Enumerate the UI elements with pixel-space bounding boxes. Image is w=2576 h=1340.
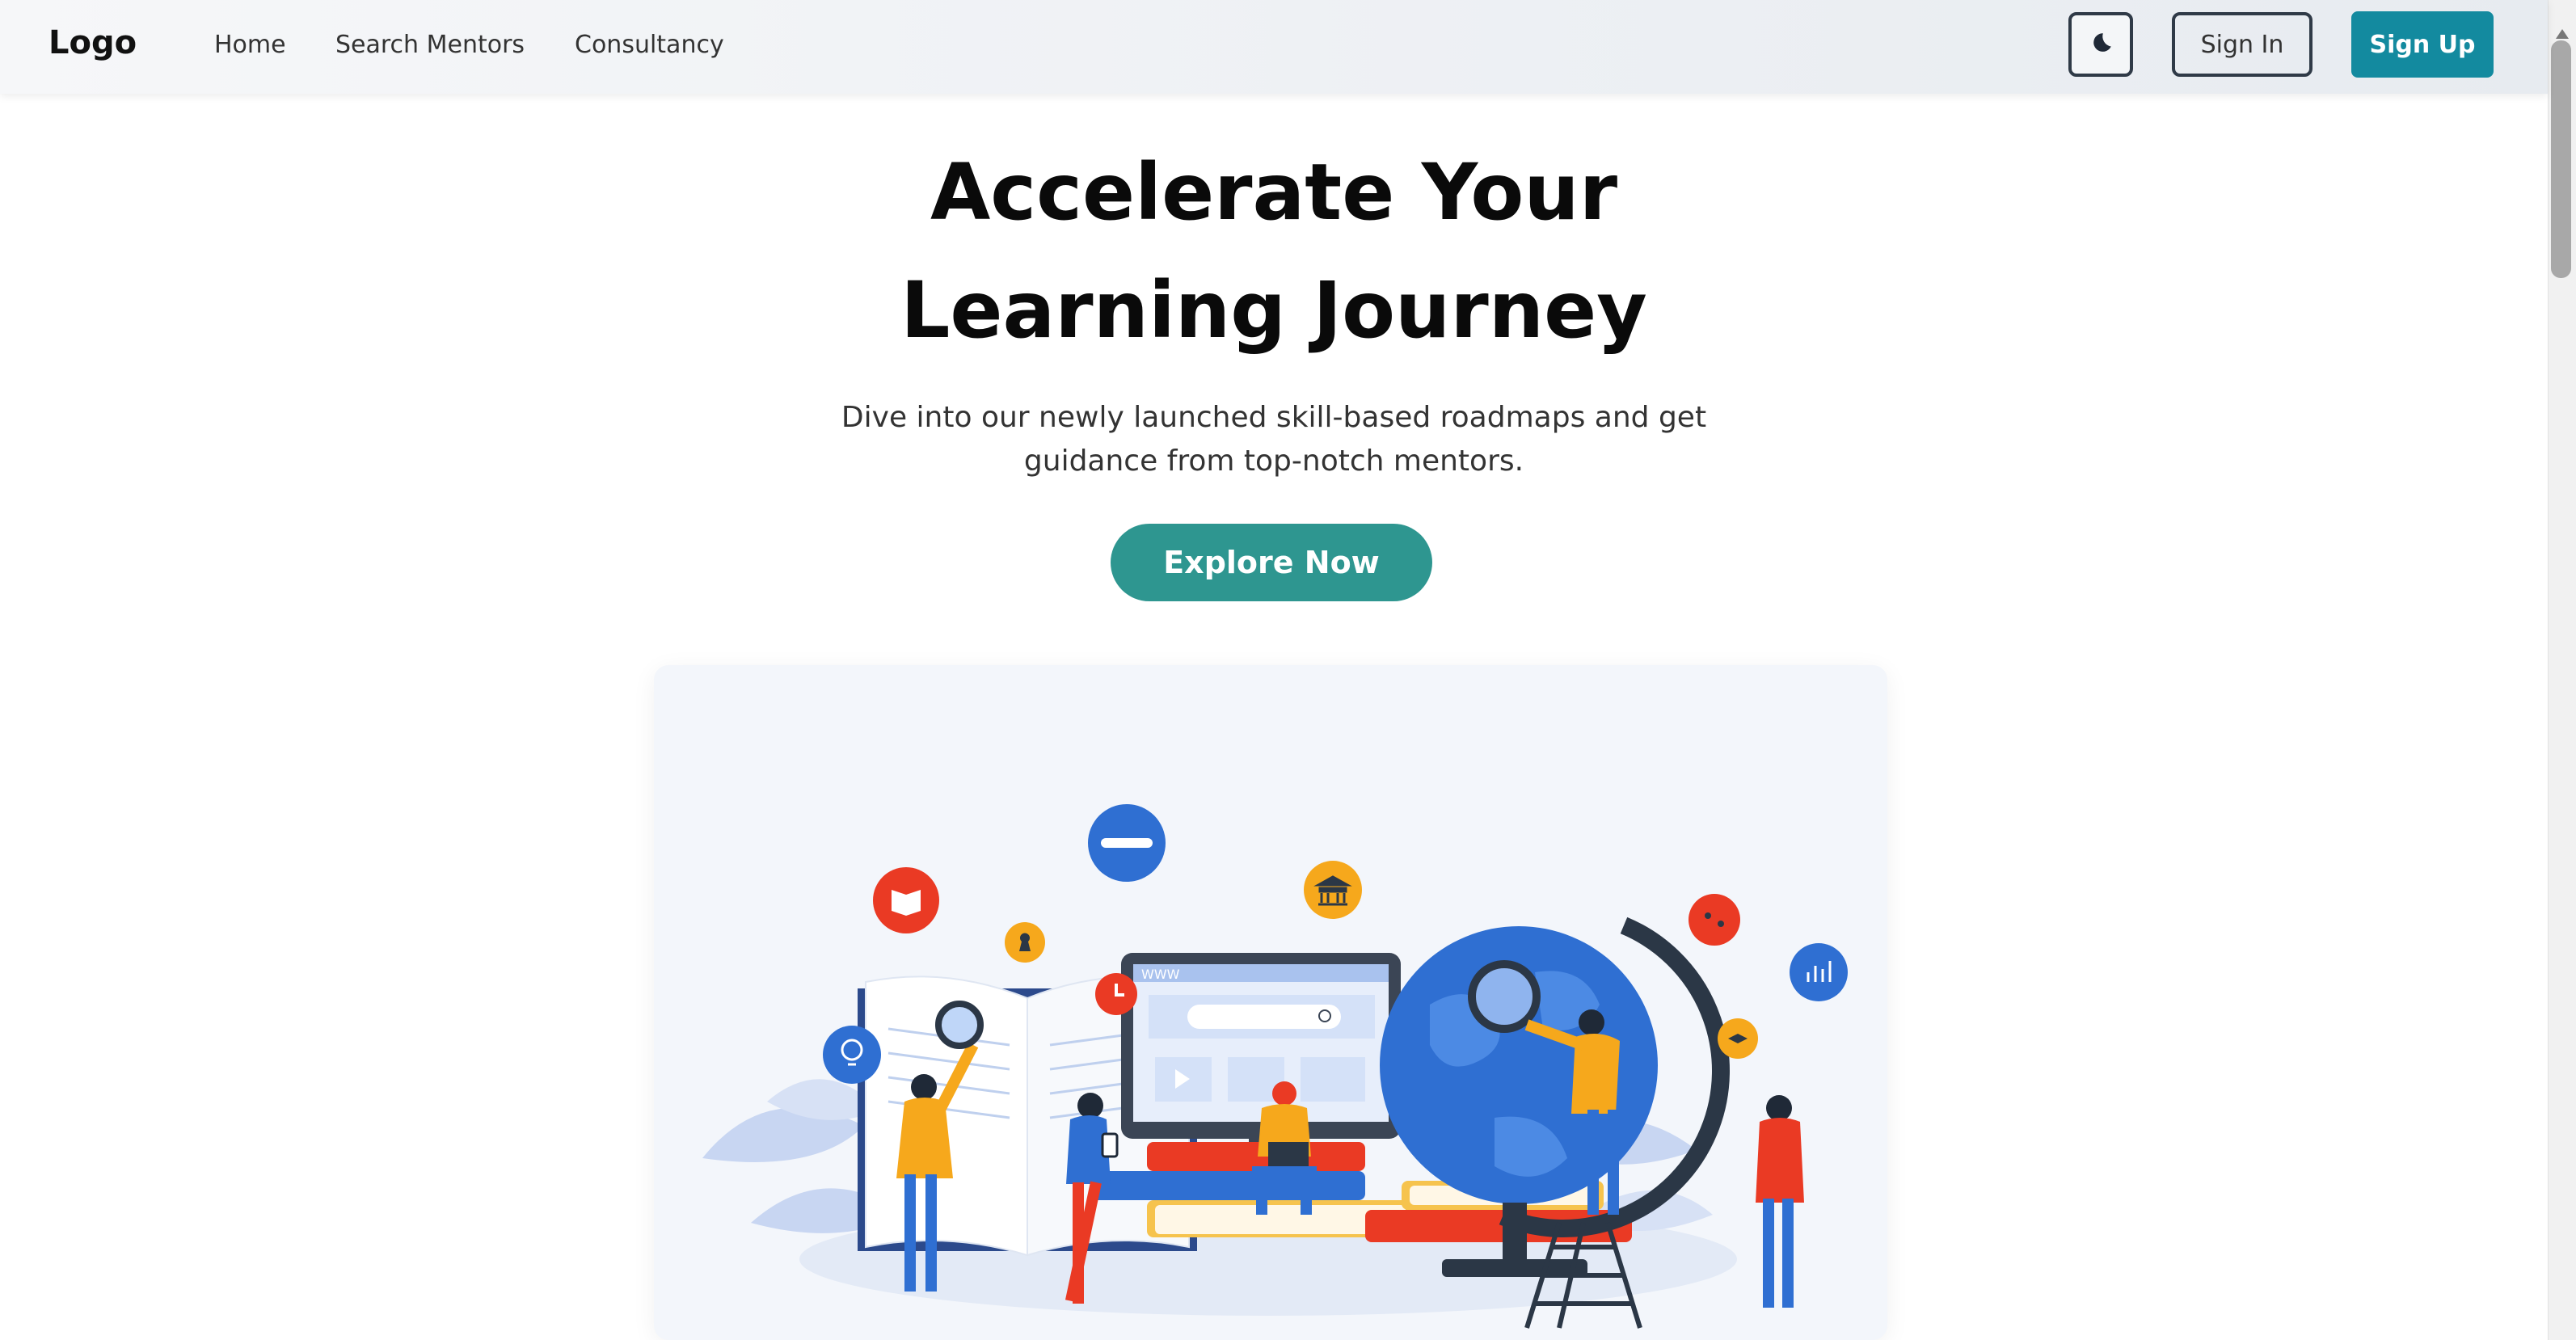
theme-toggle-button[interactable] bbox=[2068, 12, 2133, 77]
learning-illustration: WWW bbox=[702, 804, 1848, 1329]
magnifier-globe bbox=[1468, 960, 1541, 1033]
scroll-up-arrow-icon[interactable] bbox=[2556, 29, 2569, 39]
graduation-cap-icon bbox=[1718, 1018, 1758, 1059]
person-standing-right bbox=[1756, 1095, 1804, 1308]
bar-chart-icon bbox=[1790, 943, 1848, 1001]
book-icon bbox=[873, 867, 939, 933]
hero-subtitle: Dive into our newly launched skill-based… bbox=[789, 396, 1759, 483]
clock-icon bbox=[1095, 973, 1137, 1015]
network-icon bbox=[1689, 894, 1740, 946]
hero-title-line-2: Learning Journey bbox=[900, 265, 1647, 356]
nav-link-home[interactable]: Home bbox=[214, 31, 286, 59]
museum-icon bbox=[1304, 861, 1362, 919]
browser-url-text: WWW bbox=[1141, 967, 1180, 982]
logo[interactable]: Logo bbox=[48, 24, 137, 61]
hero-subtitle-line-1: Dive into our newly launched skill-based… bbox=[841, 401, 1707, 434]
sign-up-button[interactable]: Sign Up bbox=[2351, 11, 2494, 78]
sign-in-button[interactable]: Sign In bbox=[2172, 12, 2312, 77]
scrollbar-thumb[interactable] bbox=[2551, 40, 2571, 278]
hero-illustration-card: WWW bbox=[654, 665, 1887, 1340]
nav-link-consultancy[interactable]: Consultancy bbox=[575, 31, 724, 59]
hero-subtitle-line-2: guidance from top-notch mentors. bbox=[1023, 445, 1524, 478]
lightbulb-icon bbox=[823, 1026, 881, 1084]
top-navbar: Logo Home Search Mentors Consultancy Sig… bbox=[0, 0, 2548, 94]
hero-title: Accelerate Your Learning Journey bbox=[0, 133, 2548, 369]
hero-title-line-1: Accelerate Your bbox=[930, 147, 1618, 238]
pencil-icon bbox=[1088, 804, 1166, 882]
explore-now-button[interactable]: Explore Now bbox=[1111, 524, 1432, 601]
nav-link-search-mentors[interactable]: Search Mentors bbox=[335, 31, 525, 59]
moon-icon bbox=[2087, 30, 2114, 60]
chess-pawn-icon bbox=[1005, 922, 1045, 963]
